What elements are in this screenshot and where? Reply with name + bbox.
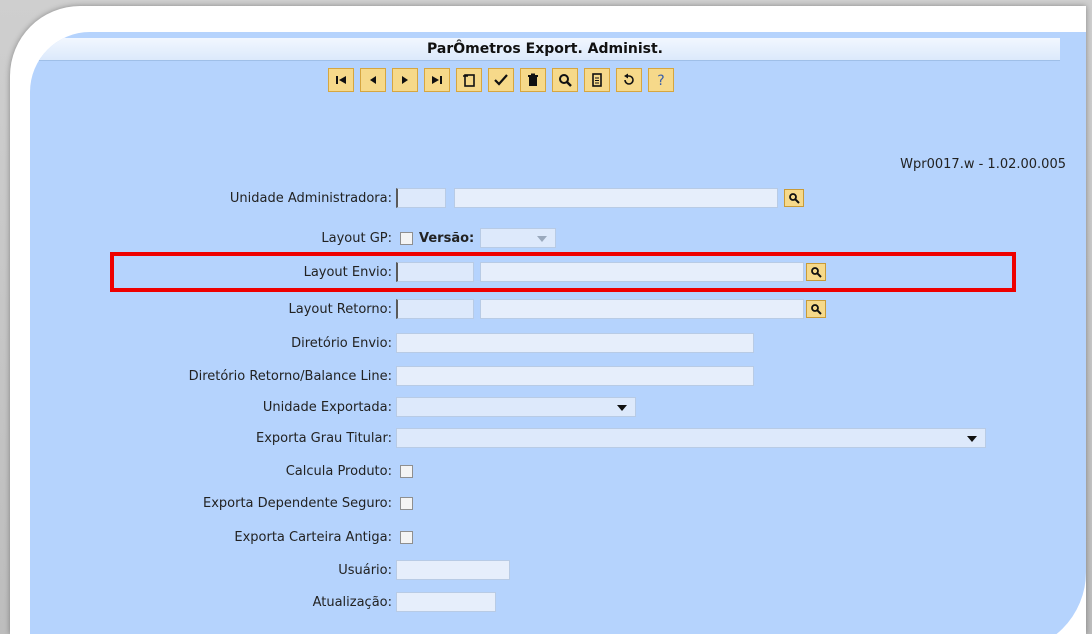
- unidade-administradora-code-field[interactable]: [396, 188, 446, 208]
- first-record-button[interactable]: [328, 68, 354, 92]
- program-version: Wpr0017.w - 1.02.00.005: [900, 157, 1066, 172]
- diretorio-envio-field[interactable]: [396, 333, 754, 353]
- unidade-administradora-label: Unidade Administradora:: [229, 190, 392, 206]
- row-layout-retorno: Layout Retorno:: [30, 298, 826, 320]
- next-record-icon: [402, 76, 408, 84]
- exporta-grau-titular-select[interactable]: [396, 428, 986, 448]
- search-button[interactable]: [552, 68, 578, 92]
- row-unidade-exportada: Unidade Exportada:: [30, 396, 636, 418]
- last-record-icon: [432, 76, 442, 84]
- diretorio-retorno-label: Diretório Retorno/Balance Line:: [188, 368, 392, 384]
- row-exporta-carteira-antiga: Exporta Carteira Antiga:: [30, 526, 413, 548]
- form-panel: ParÔmetros Export. Administ. ? Wpr0017.w…: [30, 32, 1086, 634]
- report-button[interactable]: [584, 68, 610, 92]
- exporta-carteira-antiga-checkbox[interactable]: [400, 530, 413, 544]
- help-button[interactable]: ?: [648, 68, 674, 92]
- row-exporta-dependente-seguro: Exporta Dependente Seguro:: [30, 492, 413, 514]
- row-unidade-administradora: Unidade Administradora:: [30, 187, 804, 209]
- layout-retorno-lookup-button[interactable]: [806, 300, 826, 318]
- row-atualizacao: Atualização:: [30, 591, 496, 613]
- page-title: ParÔmetros Export. Administ.: [30, 38, 1060, 61]
- previous-record-icon: [370, 76, 376, 84]
- undo-button[interactable]: [616, 68, 642, 92]
- unidade-exportada-label: Unidade Exportada:: [262, 399, 392, 415]
- exporta-grau-titular-label: Exporta Grau Titular:: [256, 430, 392, 446]
- versao-select[interactable]: [480, 228, 557, 248]
- layout-retorno-name-field[interactable]: [480, 299, 804, 319]
- toolbar: ?: [328, 68, 674, 94]
- atualizacao-field[interactable]: [396, 592, 496, 612]
- delete-icon: [528, 73, 538, 86]
- confirm-icon: [494, 74, 508, 86]
- chevron-down-icon: [537, 236, 548, 242]
- unidade-administradora-lookup-button[interactable]: [784, 189, 804, 207]
- confirm-button[interactable]: [488, 68, 514, 92]
- row-exporta-grau-titular: Exporta Grau Titular:: [30, 427, 986, 449]
- row-layout-gp: Layout GP: Versão:: [30, 227, 557, 249]
- search-icon: [789, 193, 800, 204]
- calcula-produto-checkbox[interactable]: [400, 464, 413, 478]
- unidade-exportada-select[interactable]: [396, 397, 636, 417]
- report-icon: [592, 73, 602, 87]
- chevron-down-icon: [967, 436, 977, 442]
- last-record-button[interactable]: [424, 68, 450, 92]
- row-diretorio-retorno: Diretório Retorno/Balance Line:: [30, 365, 754, 387]
- diretorio-retorno-field[interactable]: [396, 366, 754, 386]
- next-record-button[interactable]: [392, 68, 418, 92]
- atualizacao-label: Atualização:: [312, 594, 392, 610]
- row-diretorio-envio: Diretório Envio:: [30, 332, 754, 354]
- undo-icon: [624, 73, 634, 85]
- layout-gp-label: Layout GP:: [321, 230, 392, 246]
- calcula-produto-label: Calcula Produto:: [285, 463, 392, 479]
- exporta-dependente-seguro-checkbox[interactable]: [400, 496, 413, 510]
- previous-record-button[interactable]: [360, 68, 386, 92]
- help-icon: ?: [657, 73, 664, 88]
- svg-text:?: ?: [657, 73, 664, 88]
- usuario-field[interactable]: [396, 560, 510, 580]
- unidade-administradora-name-field[interactable]: [454, 188, 778, 208]
- exporta-carteira-antiga-label: Exporta Carteira Antiga:: [234, 529, 392, 545]
- first-record-icon: [336, 76, 346, 84]
- delete-button[interactable]: [520, 68, 546, 92]
- window-frame: ParÔmetros Export. Administ. ? Wpr0017.w…: [10, 6, 1086, 634]
- new-record-icon: [463, 74, 475, 87]
- highlight-box: [110, 252, 1016, 292]
- usuario-label: Usuário:: [338, 562, 392, 578]
- layout-gp-checkbox[interactable]: [400, 231, 413, 245]
- exporta-dependente-seguro-label: Exporta Dependente Seguro:: [202, 495, 392, 511]
- layout-retorno-label: Layout Retorno:: [288, 301, 392, 317]
- layout-retorno-code-field[interactable]: [396, 299, 474, 319]
- chevron-down-icon: [617, 405, 627, 411]
- versao-label: Versão:: [419, 230, 475, 246]
- diretorio-envio-label: Diretório Envio:: [291, 335, 392, 351]
- row-usuario: Usuário:: [30, 559, 510, 581]
- row-calcula-produto: Calcula Produto:: [30, 460, 413, 482]
- search-icon: [559, 74, 572, 87]
- search-icon: [811, 304, 822, 315]
- new-record-button[interactable]: [456, 68, 482, 92]
